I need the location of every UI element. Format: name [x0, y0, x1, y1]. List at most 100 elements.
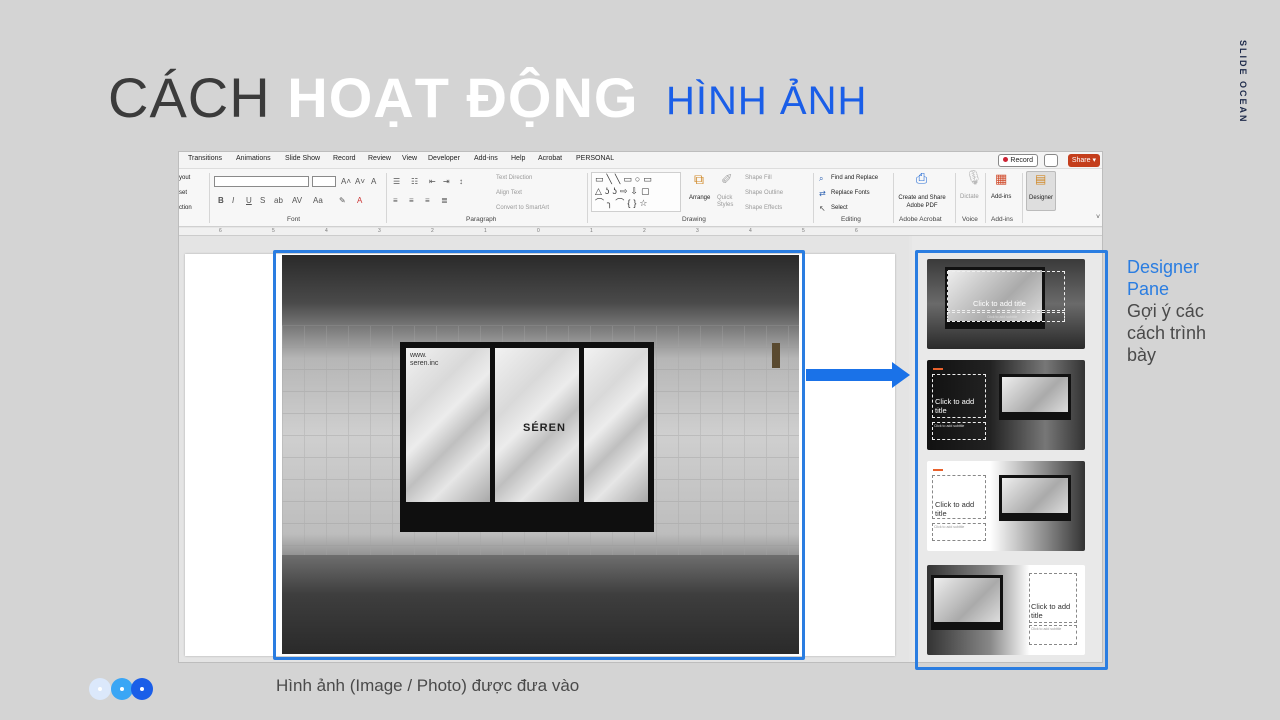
title-bold: HOẠT ĐỘNG — [287, 66, 639, 129]
shape-icons-row-1: ▭╲╲▭○▭ — [595, 174, 655, 184]
tab-add-ins[interactable]: Add-ins — [474, 155, 498, 162]
ruler-tick: 1 — [590, 228, 593, 234]
bold-icon[interactable]: B — [218, 196, 224, 205]
grow-font-icon[interactable]: A˄ — [341, 177, 351, 186]
tab-record[interactable]: Record — [333, 155, 356, 162]
ribbon-separator — [985, 173, 986, 223]
ribbon: yout set ction A˄ A˅ A B I U S ab AV Aa … — [179, 169, 1102, 227]
highlight-icon[interactable]: ✎ — [339, 196, 346, 205]
tab-help[interactable]: Help — [511, 155, 525, 162]
align-center-icon[interactable]: ≡ — [409, 196, 414, 205]
line-spacing-icon[interactable]: ↕ — [459, 177, 463, 186]
numbering-icon[interactable]: ☷ — [411, 177, 418, 186]
align-right-icon[interactable]: ≡ — [425, 196, 430, 205]
photo-highlight-frame — [273, 250, 805, 660]
shape-effects-button[interactable]: Shape Effects — [745, 205, 782, 211]
char-spacing-icon[interactable]: AV — [292, 196, 302, 205]
tab-acrobat[interactable]: Acrobat — [538, 155, 562, 162]
change-case-icon[interactable]: Aa — [313, 196, 323, 205]
increase-indent-icon[interactable]: ⇥ — [443, 177, 450, 186]
align-text-button[interactable]: Align Text — [496, 190, 522, 196]
ruler-tick: 2 — [431, 228, 434, 234]
shadow-icon[interactable]: S — [260, 196, 265, 205]
title-thin: CÁCH — [108, 66, 271, 129]
share-button[interactable]: Share ▾ — [1067, 154, 1100, 167]
convert-smartart-button[interactable]: Convert to SmartArt — [496, 205, 549, 211]
record-button[interactable]: Record — [998, 154, 1038, 167]
text-direction-button[interactable]: Text Direction — [496, 175, 532, 181]
shrink-font-icon[interactable]: A˅ — [355, 177, 365, 186]
add-ins-group-label: Add-ins — [991, 216, 1014, 223]
adobe-acrobat-group-label: Adobe Acrobat — [899, 216, 942, 223]
tab-animations[interactable]: Animations — [236, 155, 271, 162]
dictate-button[interactable]: Dictate — [960, 194, 979, 200]
strikethrough-icon[interactable]: ab — [274, 196, 283, 205]
tab-personal[interactable]: PERSONAL — [576, 155, 614, 162]
clear-format-icon[interactable]: A — [371, 177, 376, 186]
ruler-tick: 4 — [325, 228, 328, 234]
ribbon-separator — [386, 173, 387, 223]
add-ins-icon[interactable]: ▦ — [995, 172, 1007, 185]
shape-icons-row-2: △ʖʖ⇨⇩▢ — [595, 186, 653, 196]
font-color-icon[interactable]: A — [357, 196, 362, 205]
italic-icon[interactable]: I — [232, 196, 234, 205]
designer-label: Designer — [1029, 195, 1054, 201]
justify-icon[interactable]: ≣ — [441, 196, 448, 205]
tab-transitions[interactable]: Transitions — [188, 155, 222, 162]
ribbon-separator — [893, 173, 894, 223]
font-name-dropdown[interactable] — [214, 176, 309, 187]
ruler-tick: 2 — [643, 228, 646, 234]
shape-outline-button[interactable]: Shape Outline — [745, 190, 783, 196]
drawing-group-label: Drawing — [682, 216, 706, 223]
shapes-gallery[interactable]: ▭╲╲▭○▭ △ʖʖ⇨⇩▢ ⌒╮⌒{}☆ — [591, 172, 681, 212]
ribbon-separator — [955, 173, 956, 223]
add-ins-button[interactable]: Add-ins — [991, 194, 1011, 200]
arrange-icon[interactable]: ⧉ — [694, 172, 704, 186]
pane-description: Gợi ý các cách trình bày — [1127, 301, 1207, 365]
menu-bar: Transitions Animations Slide Show Record… — [179, 152, 1102, 169]
tab-developer[interactable]: Developer — [428, 155, 460, 162]
replace-fonts-button[interactable]: Replace Fonts — [831, 190, 870, 196]
designer-icon: ▤ — [1035, 172, 1047, 186]
ruler-tick: 5 — [802, 228, 805, 234]
quick-styles-label[interactable]: Quick Styles — [717, 195, 743, 209]
record-label: Record — [1010, 157, 1033, 164]
record-dot-icon — [1003, 157, 1009, 162]
ruler-tick: 3 — [378, 228, 381, 234]
microphone-icon[interactable]: 🎙 — [965, 170, 983, 184]
underline-icon[interactable]: U — [246, 196, 252, 205]
arrange-label[interactable]: Arrange — [689, 195, 710, 201]
align-left-icon[interactable]: ≡ — [393, 196, 398, 205]
tab-review[interactable]: Review — [368, 155, 391, 162]
paragraph-group-label: Paragraph — [466, 216, 497, 223]
editing-group-label: Editing — [841, 216, 861, 223]
pane-highlight-frame — [915, 250, 1108, 670]
adobe-pdf-icon[interactable]: ⎙ — [916, 171, 927, 185]
photo-caption: Hình ảnh (Image / Photo) được đưa vào — [276, 676, 580, 695]
select-icon: ↖ — [819, 204, 826, 213]
tab-slide-show[interactable]: Slide Show — [285, 155, 320, 162]
find-replace-button[interactable]: Find and Replace — [831, 175, 878, 181]
ruler-tick: 1 — [484, 228, 487, 234]
ruler-tick: 6 — [855, 228, 858, 234]
section-button[interactable]: ction — [179, 205, 192, 211]
bullets-icon[interactable]: ☰ — [393, 177, 400, 186]
quick-styles-icon[interactable]: ✐ — [721, 172, 733, 186]
select-button[interactable]: Select — [831, 205, 848, 211]
create-share-pdf-button[interactable]: Create and Share Adobe PDF — [896, 194, 948, 210]
find-icon: ⌕ — [819, 174, 824, 183]
collapse-ribbon-icon[interactable]: ˅ — [1096, 213, 1100, 222]
reset-button[interactable]: set — [179, 190, 187, 196]
layout-button[interactable]: yout — [179, 175, 190, 181]
font-size-dropdown[interactable] — [312, 176, 336, 187]
decrease-indent-icon[interactable]: ⇤ — [429, 177, 436, 186]
shape-fill-button[interactable]: Shape Fill — [745, 175, 772, 181]
replace-fonts-icon: ⇄ — [819, 189, 826, 198]
designer-button[interactable]: ▤ Designer — [1026, 171, 1056, 211]
pane-title: Designer Pane — [1127, 257, 1200, 299]
arrow-right-icon — [806, 362, 910, 388]
brand-logo: SLIDE OCEAN — [1238, 40, 1248, 124]
tab-view[interactable]: View — [402, 155, 417, 162]
shape-icons-row-3: ⌒╮⌒{}☆ — [595, 198, 651, 208]
comment-button[interactable] — [1044, 154, 1058, 167]
